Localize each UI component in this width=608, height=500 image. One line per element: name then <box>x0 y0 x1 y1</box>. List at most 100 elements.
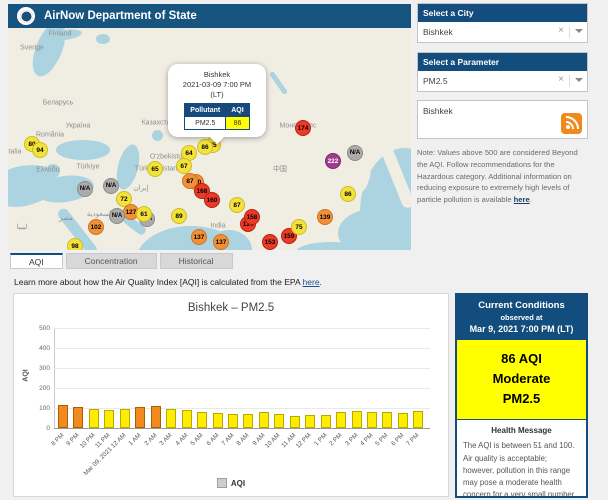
select-city-card: Select a City Bishkek × <box>417 3 588 43</box>
chart-gridline <box>54 348 430 349</box>
chart-gridline <box>54 328 430 329</box>
tab-aqi[interactable]: AQI <box>10 253 63 269</box>
aqi-map-marker[interactable]: N/A <box>109 208 125 224</box>
parameter-clear-icon[interactable]: × <box>558 75 564 85</box>
aqi-map-marker[interactable]: 86 <box>340 186 356 202</box>
parameter-dropdown[interactable]: PM2.5 × <box>418 71 587 91</box>
current-conditions-header: Current Conditions observed at Mar 9, 20… <box>457 295 586 340</box>
aqi-bar[interactable] <box>259 412 269 428</box>
aqi-map-marker[interactable]: 222 <box>325 153 341 169</box>
chart-y-tick-label: 500 <box>22 325 50 332</box>
map-country-label: Sverige <box>20 45 44 52</box>
aqi-bar[interactable] <box>398 413 408 428</box>
aqi-bar[interactable] <box>182 410 192 428</box>
aqi-map-marker[interactable]: 160 <box>204 192 220 208</box>
aqi-value: 86 AQI <box>457 349 586 369</box>
parameter-dropdown-value: PM2.5 <box>423 76 448 86</box>
aqi-map-marker[interactable]: N/A <box>103 178 119 194</box>
select-city-header: Select a City <box>418 4 587 22</box>
aqi-bar[interactable] <box>382 412 392 428</box>
aqi-bar[interactable] <box>58 405 68 428</box>
aqi-bar[interactable] <box>151 406 161 428</box>
aqi-bar[interactable] <box>166 409 176 428</box>
note-text: Note: Values above 500 are considered Be… <box>417 147 590 206</box>
aqi-bar[interactable] <box>89 409 99 428</box>
water-shape <box>152 130 163 141</box>
aqi-map-marker[interactable]: 102 <box>88 219 104 235</box>
aqi-map-marker[interactable]: 61 <box>136 206 152 222</box>
aqi-map-marker[interactable]: 158 <box>244 209 260 225</box>
tabs: AQIConcentrationHistorical <box>10 253 233 269</box>
note-here-link[interactable]: here <box>514 195 530 204</box>
city-dropdown[interactable]: Bishkek × <box>418 22 587 42</box>
aqi-bar[interactable] <box>274 414 284 428</box>
aqi-map-marker[interactable]: 67 <box>176 158 192 174</box>
aqi-bar[interactable] <box>197 412 207 428</box>
parameter-chevron-down-icon[interactable] <box>575 78 583 82</box>
aqi-bar[interactable] <box>228 414 238 428</box>
learn-more-here-link[interactable]: here <box>303 277 320 287</box>
map-country-label: مصر <box>59 214 73 222</box>
aqi-bar[interactable] <box>104 410 114 428</box>
map-country-label: إيران <box>134 184 149 192</box>
popup-timezone: (LT) <box>172 90 262 100</box>
aqi-map-marker[interactable]: 87 <box>229 197 245 213</box>
aqi-map-marker[interactable]: 89 <box>171 208 187 224</box>
chart-y-tick-label: 200 <box>22 385 50 392</box>
chart-gridline <box>54 408 430 409</box>
aqi-bar[interactable] <box>321 415 331 428</box>
observed-at-label: observed at <box>459 313 584 322</box>
aqi-bar[interactable] <box>336 412 346 428</box>
rss-icon[interactable] <box>561 113 582 134</box>
aqi-bar[interactable] <box>352 411 362 428</box>
chart-y-tick-label: 0 <box>22 425 50 432</box>
aqi-map-marker[interactable]: 65 <box>147 161 163 177</box>
water-shape <box>269 71 288 95</box>
tab-historical[interactable]: Historical <box>160 253 233 269</box>
aqi-category: Moderate <box>457 369 586 389</box>
popup-city: Bishkek <box>172 70 262 80</box>
map-country-label: Italia <box>8 149 21 156</box>
tab-concentration[interactable]: Concentration <box>66 253 157 269</box>
aqi-bar[interactable] <box>413 411 423 428</box>
current-conditions-panel: Current Conditions observed at Mar 9, 20… <box>455 293 588 498</box>
learn-more-body: Learn more about how the Air Quality Ind… <box>14 277 303 287</box>
popup-datetime: 2021-03-09 7:00 PM <box>172 80 262 90</box>
aqi-bar[interactable] <box>367 412 377 428</box>
city-clear-icon[interactable]: × <box>558 26 564 36</box>
department-of-state-seal-icon <box>17 7 35 25</box>
aqi-map-marker[interactable]: N/A <box>347 145 363 161</box>
city-chevron-down-icon[interactable] <box>575 29 583 33</box>
chart-y-tick-label: 400 <box>22 345 50 352</box>
aqi-parameter: PM2.5 <box>457 389 586 409</box>
aqi-map-marker[interactable]: 75 <box>291 219 307 235</box>
map[interactable]: FinlandSverigeБеларусьУкраїнаRomâniaItal… <box>8 28 411 250</box>
page-title: AirNow Department of State <box>44 10 197 22</box>
aqi-bar[interactable] <box>305 415 315 428</box>
chart-y-tick-label: 100 <box>22 405 50 412</box>
water-shape <box>56 140 110 160</box>
health-message-text: The AQI is between 51 and 100. Air quali… <box>463 440 580 498</box>
map-country-label: Україна <box>66 123 91 130</box>
aqi-map-marker[interactable]: N/A <box>77 181 93 197</box>
aqi-bar[interactable] <box>213 413 223 428</box>
aqi-map-marker[interactable]: 86 <box>197 139 213 155</box>
aqi-map-marker[interactable]: 139 <box>317 209 333 225</box>
legend-label: AQI <box>231 479 245 488</box>
aqi-map-marker[interactable]: 98 <box>67 238 83 250</box>
aqi-bar[interactable] <box>135 407 145 428</box>
chart-legend[interactable]: AQI <box>14 478 448 488</box>
aqi-map-marker[interactable]: 153 <box>262 234 278 250</box>
aqi-bar[interactable] <box>290 416 300 428</box>
aqi-map-marker[interactable]: 174 <box>295 120 311 136</box>
map-country-label: India <box>210 223 225 230</box>
aqi-bar[interactable] <box>243 414 253 428</box>
aqi-map-marker[interactable]: 94 <box>32 142 48 158</box>
aqi-value-block: 86 AQI Moderate PM2.5 <box>457 340 586 420</box>
aqi-map-marker[interactable]: 137 <box>213 234 229 250</box>
learn-more-text: Learn more about how the Air Quality Ind… <box>14 277 322 287</box>
aqi-bar[interactable] <box>120 409 130 428</box>
aqi-chart-panel: Bishkek – PM2.5 AQI 01002003004005008 PM… <box>13 293 449 497</box>
aqi-bar[interactable] <box>73 407 83 428</box>
aqi-map-marker[interactable]: 137 <box>191 229 207 245</box>
